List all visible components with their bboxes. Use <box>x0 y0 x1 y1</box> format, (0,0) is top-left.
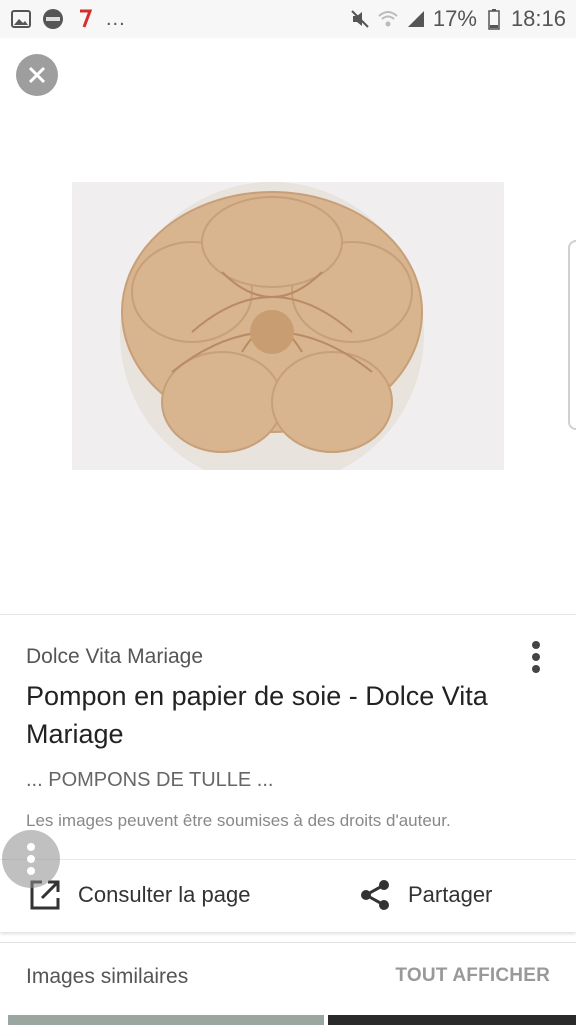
similar-images-title: Images similaires <box>26 965 189 988</box>
source-name[interactable]: Dolce Vita Mariage <box>26 645 203 669</box>
more-options-button[interactable] <box>524 639 548 675</box>
see-all-button[interactable]: TOUT AFFICHER <box>395 965 550 987</box>
visit-page-label: Consulter la page <box>78 882 251 907</box>
notification-overflow: ... <box>106 7 126 30</box>
app-badge-icon <box>42 8 64 30</box>
mute-icon <box>349 8 371 30</box>
result-title[interactable]: Pompon en papier de soie - Dolce Vita Ma… <box>26 677 496 753</box>
visit-page-button[interactable]: Consulter la page <box>28 873 250 917</box>
close-button[interactable] <box>16 54 58 96</box>
wifi-icon <box>377 8 399 30</box>
gallery-icon <box>10 8 32 30</box>
side-panel-handle[interactable] <box>568 240 576 430</box>
result-image[interactable] <box>72 182 504 470</box>
result-card: Dolce Vita Mariage Pompon en papier de s… <box>0 614 576 932</box>
more-vert-icon <box>27 843 35 875</box>
share-button[interactable]: Partager <box>358 873 492 917</box>
battery-icon <box>483 8 505 30</box>
signal-icon <box>405 8 427 30</box>
system-icons: 17% 18:16 <box>349 6 566 32</box>
close-icon <box>28 66 46 84</box>
copyright-notice: Les images peuvent être soumises à des d… <box>26 811 451 830</box>
battery-percent: 17% <box>432 6 477 31</box>
more-vert-icon <box>532 641 540 673</box>
divider <box>0 859 576 860</box>
result-snippet: ... POMPONS DE TULLE ... <box>26 769 274 791</box>
notification-icons: ... <box>10 8 126 31</box>
similar-images-section: Images similaires TOUT AFFICHER <box>0 942 576 1025</box>
status-bar: ... 17% 18:16 <box>0 0 576 38</box>
share-icon <box>361 880 389 910</box>
floating-menu-button[interactable] <box>2 830 60 888</box>
paper-pompom-image <box>72 182 504 470</box>
clock: 18:16 <box>510 6 566 31</box>
share-label: Partager <box>408 882 493 907</box>
tv-channel-icon <box>74 8 96 30</box>
